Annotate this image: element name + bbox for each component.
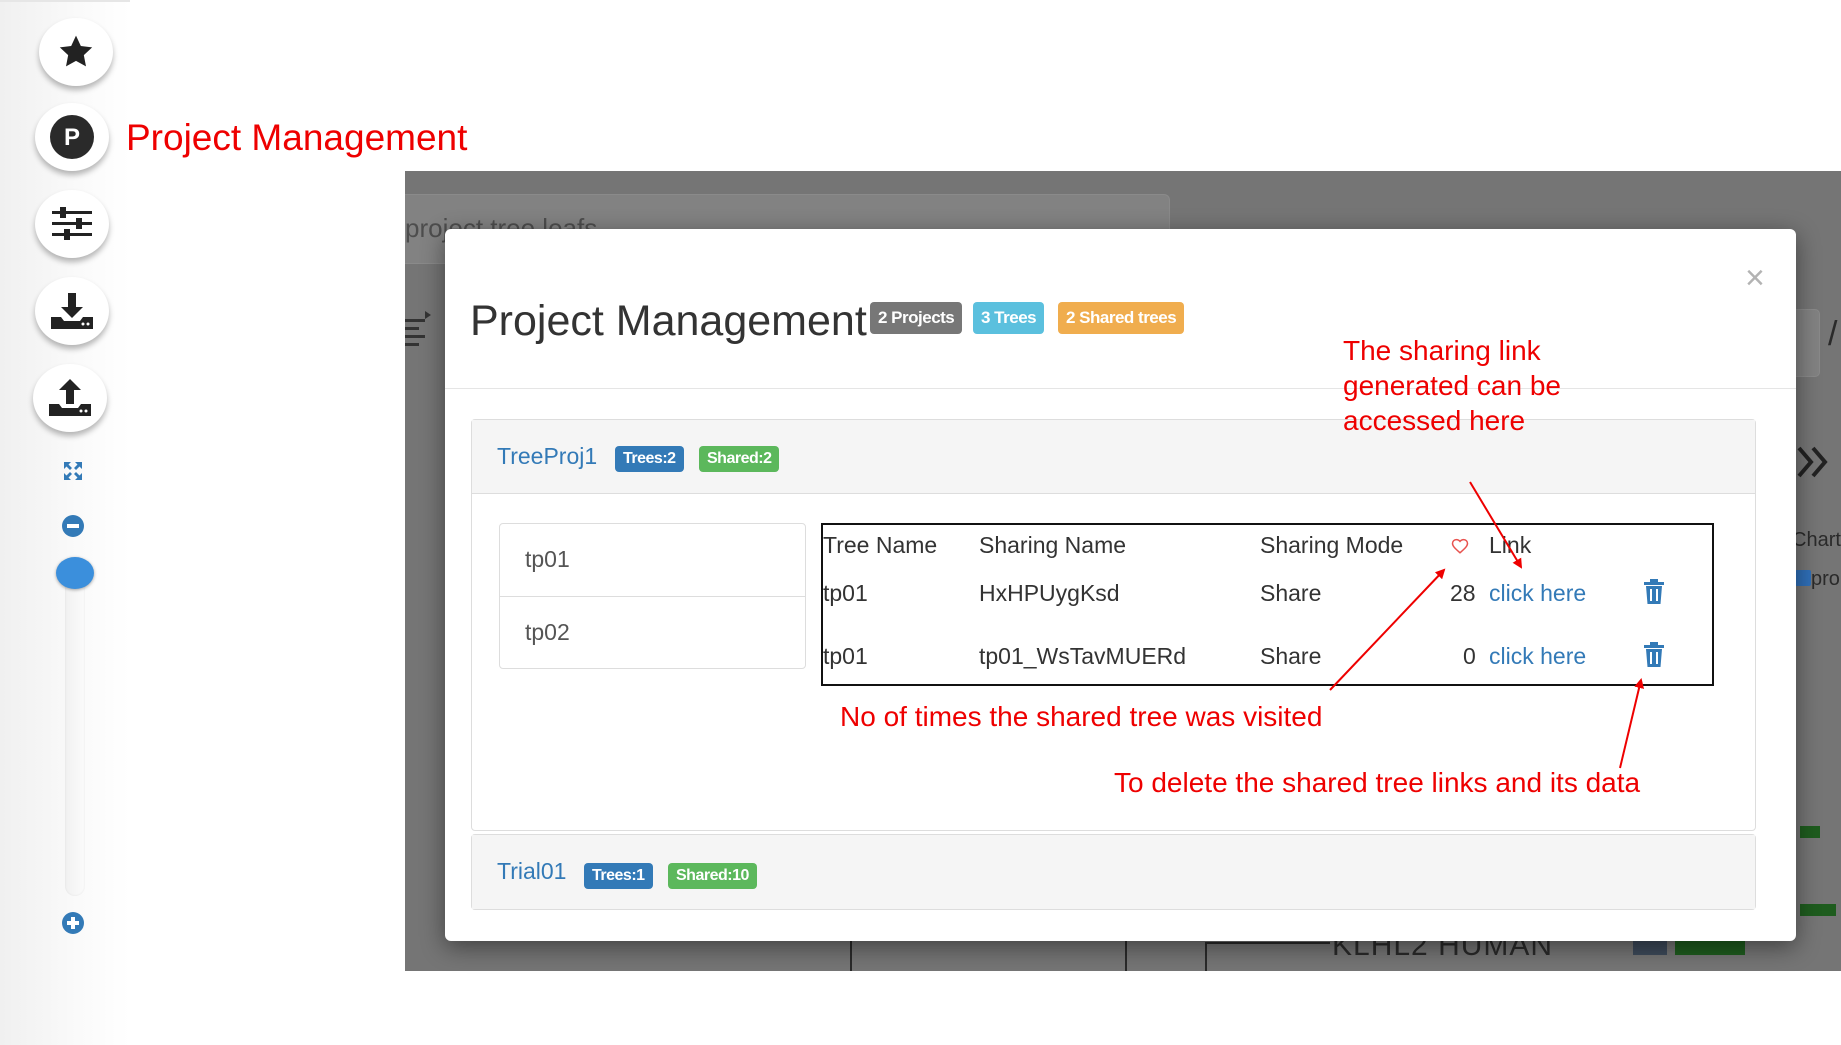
project-name-link[interactable]: Trial01 <box>497 858 566 885</box>
project-panel-trial01: Trial01 Trees:1 Shared:10 <box>471 834 1756 910</box>
shared-trees-table: Tree Name Sharing Name Sharing Mode Link… <box>821 523 1714 686</box>
modal-header: Project Management 2 Projects 3 Trees 2 … <box>445 229 1796 389</box>
row-visit-count: 0 <box>1463 643 1476 669</box>
delete-annotation: To delete the shared tree links and its … <box>1114 767 1641 798</box>
background-tree-branch <box>1125 941 1127 971</box>
left-toolbar: P <box>0 0 130 1045</box>
sharing-link-annotation-line: generated can be <box>1343 370 1561 401</box>
project-trees-badge: Trees:1 <box>584 863 653 889</box>
background-slash: / <box>1828 315 1838 353</box>
row-tree-name: tp01 <box>823 580 868 606</box>
background-bar <box>1800 826 1820 838</box>
tree-list: tp01 tp02 <box>499 523 806 669</box>
project-panel-header[interactable]: Trial01 Trees:1 Shared:10 <box>472 835 1755 909</box>
project-management-button[interactable]: P <box>35 103 109 171</box>
zoom-slider-handle[interactable] <box>56 557 94 589</box>
project-name-link[interactable]: TreeProj1 <box>497 443 597 470</box>
background-tree-branch <box>850 941 852 971</box>
background-checkbox <box>1795 570 1811 586</box>
zoom-slider-track[interactable] <box>65 578 85 896</box>
projects-count-badge: 2 Projects <box>870 302 963 334</box>
project-trees-badge: Trees:2 <box>615 446 684 472</box>
zoom-out-icon[interactable] <box>61 514 85 538</box>
header-link: Link <box>1489 532 1532 558</box>
header-sharing-name: Sharing Name <box>979 532 1127 558</box>
project-shared-badge: Shared:2 <box>699 446 780 472</box>
row-sharing-mode: Share <box>1260 643 1322 669</box>
background-bar <box>1633 941 1667 955</box>
header-sharing-mode: Sharing Mode <box>1260 532 1404 558</box>
share-link[interactable]: click here <box>1489 643 1586 670</box>
sharing-link-annotation: The sharing link generated can be access… <box>1343 333 1561 438</box>
project-icon: P <box>50 115 94 159</box>
project-management-modal: Project Management 2 Projects 3 Trees 2 … <box>445 229 1796 941</box>
row-tree-name: tp01 <box>823 643 868 669</box>
project-management-annotation: Project Management <box>126 117 468 158</box>
shared-trees-count-badge: 2 Shared trees <box>1058 302 1185 334</box>
download-button[interactable] <box>35 277 109 345</box>
row-visit-count: 28 <box>1450 580 1476 606</box>
fit-screen-icon[interactable] <box>61 459 85 483</box>
download-icon <box>51 293 93 329</box>
modal-title: Project Management <box>470 297 867 345</box>
favorites-button[interactable] <box>39 18 113 86</box>
heart-icon <box>1451 538 1469 554</box>
row-sharing-mode: Share <box>1260 580 1322 606</box>
trash-icon[interactable] <box>1643 642 1665 668</box>
svg-text:P: P <box>64 124 80 151</box>
project-panel-header[interactable]: TreeProj1 Trees:2 Shared:2 <box>472 420 1755 494</box>
sharing-link-annotation-line: The sharing link <box>1343 335 1541 366</box>
background-bar <box>1800 904 1836 916</box>
visits-annotation: No of times the shared tree was visited <box>840 701 1323 732</box>
zoom-in-icon[interactable] <box>61 911 85 935</box>
header-tree-name: Tree Name <box>823 532 938 558</box>
sliders-icon <box>52 207 92 240</box>
trees-count-badge: 3 Trees <box>973 302 1045 334</box>
background-checkbox-label: pro <box>1811 568 1840 590</box>
double-chevron-right-icon <box>1797 446 1828 478</box>
background-bar <box>1675 941 1745 955</box>
toolbar-top-border <box>0 0 130 2</box>
project-shared-badge: Shared:10 <box>668 863 757 889</box>
share-link[interactable]: click here <box>1489 580 1586 607</box>
upload-icon <box>49 379 91 416</box>
tree-list-item[interactable]: tp02 <box>500 597 805 670</box>
trash-icon[interactable] <box>1643 579 1665 605</box>
row-sharing-name: HxHPUygKsd <box>979 580 1120 606</box>
modal-close-button[interactable]: × <box>1745 259 1765 298</box>
settings-button[interactable] <box>35 190 109 258</box>
tree-list-item[interactable]: tp01 <box>500 524 805 597</box>
background-tree-branch <box>1205 942 1330 944</box>
background-tree-branch <box>1205 942 1207 971</box>
row-sharing-name: tp01_WsTavMUERd <box>979 643 1187 669</box>
star-icon <box>59 35 93 67</box>
align-left-icon <box>405 311 431 346</box>
sharing-link-annotation-line: accessed here <box>1343 405 1526 436</box>
upload-button[interactable] <box>33 364 107 432</box>
background-charts-label: Charts <box>1792 529 1841 551</box>
